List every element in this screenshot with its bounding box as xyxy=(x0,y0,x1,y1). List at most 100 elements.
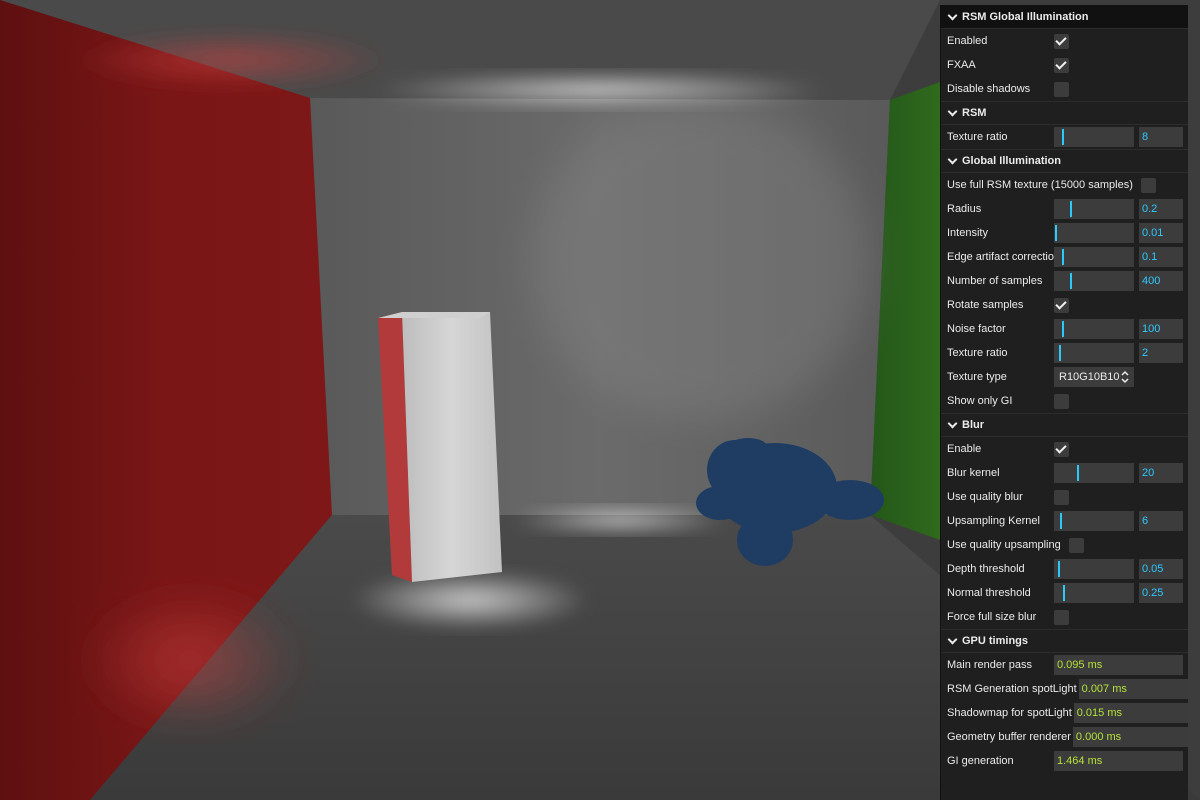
rsm-texture-ratio-slider[interactable] xyxy=(1054,127,1134,147)
geometry-buffer-label: Geometry buffer renderer xyxy=(947,731,1071,743)
slider-knob[interactable] xyxy=(1062,249,1064,265)
use-quality-upsampling-checkbox[interactable] xyxy=(1068,537,1084,553)
normal-threshold-label: Normal threshold xyxy=(947,587,1031,599)
intensity-field[interactable]: 0.01 xyxy=(1139,223,1183,243)
upsampling-kernel-row: Upsampling Kernel 6 xyxy=(941,509,1188,533)
upsampling-kernel-slider[interactable] xyxy=(1054,511,1134,531)
main-render-pass-value: 0.095 ms xyxy=(1054,655,1183,675)
slider-knob[interactable] xyxy=(1055,225,1057,241)
edge-artifact-field[interactable]: 0.1 xyxy=(1139,247,1183,267)
folder-blur[interactable]: Blur xyxy=(941,413,1188,437)
noise-factor-label: Noise factor xyxy=(947,323,1006,335)
rsm-texture-ratio-label: Texture ratio xyxy=(947,131,1008,143)
noise-factor-field[interactable]: 100 xyxy=(1139,319,1183,339)
fxaa-label: FXAA xyxy=(947,59,976,71)
radius-slider[interactable] xyxy=(1054,199,1134,219)
texture-type-select[interactable]: R10G10B10 xyxy=(1054,367,1134,387)
radius-field[interactable]: 0.2 xyxy=(1139,199,1183,219)
depth-threshold-field[interactable]: 0.05 xyxy=(1139,559,1183,579)
blur-kernel-row: Blur kernel 20 xyxy=(941,461,1188,485)
folder-title: Blur xyxy=(962,419,984,431)
folder-title: RSM Global Illumination xyxy=(962,10,1089,23)
enabled-checkbox[interactable] xyxy=(1054,33,1069,49)
use-quality-blur-checkbox[interactable] xyxy=(1054,489,1069,505)
depth-threshold-row: Depth threshold 0.05 xyxy=(941,557,1188,581)
use-quality-blur-row: Use quality blur xyxy=(941,485,1188,509)
enabled-row: Enabled xyxy=(941,29,1188,53)
upsampling-kernel-label: Upsampling Kernel xyxy=(947,515,1040,527)
rsm-generation-label: RSM Generation spotLight xyxy=(947,683,1077,695)
rotate-samples-label: Rotate samples xyxy=(947,299,1024,311)
folder-title: RSM xyxy=(962,107,987,119)
normal-threshold-field[interactable]: 0.25 xyxy=(1139,583,1183,603)
texture-type-label: Texture type xyxy=(947,371,1007,383)
gi-texture-ratio-row: Texture ratio 2 xyxy=(941,341,1188,365)
gi-generation-row: GI generation 1.464 ms xyxy=(941,749,1188,773)
fxaa-checkbox[interactable] xyxy=(1054,57,1069,73)
show-only-gi-checkbox[interactable] xyxy=(1054,393,1069,409)
slider-knob[interactable] xyxy=(1062,129,1064,145)
slider-knob[interactable] xyxy=(1060,513,1062,529)
blur-enable-label: Enable xyxy=(947,443,982,455)
use-full-rsm-row: Use full RSM texture (15000 samples) xyxy=(941,173,1188,197)
force-full-size-blur-row: Force full size blur xyxy=(941,605,1188,629)
shadowmap-row: Shadowmap for spotLight 0.015 ms xyxy=(941,701,1188,725)
blur-enable-checkbox[interactable] xyxy=(1054,441,1069,457)
slider-knob[interactable] xyxy=(1062,321,1064,337)
folder-gpu-timings[interactable]: GPU timings xyxy=(941,629,1188,653)
blur-kernel-slider[interactable] xyxy=(1054,463,1134,483)
disable-shadows-label: Disable shadows xyxy=(947,83,1031,95)
main-render-pass-label: Main render pass xyxy=(947,659,1032,671)
intensity-row: Intensity 0.01 xyxy=(941,221,1188,245)
use-full-rsm-checkbox[interactable] xyxy=(1140,177,1156,193)
edge-artifact-slider[interactable] xyxy=(1054,247,1134,267)
chevron-down-icon xyxy=(947,106,958,117)
geometry-buffer-row: Geometry buffer renderer 0.000 ms xyxy=(941,725,1188,749)
gi-texture-ratio-slider[interactable] xyxy=(1054,343,1134,363)
num-samples-slider[interactable] xyxy=(1054,271,1134,291)
use-quality-blur-label: Use quality blur xyxy=(947,491,1023,503)
blur-kernel-field[interactable]: 20 xyxy=(1139,463,1183,483)
noise-factor-slider[interactable] xyxy=(1054,319,1134,339)
radius-label: Radius xyxy=(947,203,982,215)
slider-knob[interactable] xyxy=(1070,201,1072,217)
depth-threshold-slider[interactable] xyxy=(1054,559,1134,579)
rotate-samples-row: Rotate samples xyxy=(941,293,1188,317)
chevron-down-icon xyxy=(947,634,958,645)
folder-title: Global Illumination xyxy=(962,155,1061,167)
chevron-down-icon xyxy=(947,10,958,20)
folder-global-illumination[interactable]: Global Illumination xyxy=(941,149,1188,173)
texture-type-row: Texture type R10G10B10 xyxy=(941,365,1188,389)
folder-title: GPU timings xyxy=(962,635,1029,647)
fxaa-row: FXAA xyxy=(941,53,1188,77)
rsm-texture-ratio-row: Texture ratio 8 xyxy=(941,125,1188,149)
disable-shadows-checkbox[interactable] xyxy=(1054,81,1069,97)
enabled-label: Enabled xyxy=(947,35,988,47)
slider-knob[interactable] xyxy=(1077,465,1079,481)
gi-texture-ratio-field[interactable]: 2 xyxy=(1139,343,1183,363)
force-full-size-blur-checkbox[interactable] xyxy=(1054,609,1069,625)
intensity-slider[interactable] xyxy=(1054,223,1134,243)
folder-rsm[interactable]: RSM xyxy=(941,101,1188,125)
rotate-samples-checkbox[interactable] xyxy=(1054,297,1069,313)
disable-shadows-row: Disable shadows xyxy=(941,77,1188,101)
rsm-generation-value: 0.007 ms xyxy=(1078,679,1188,699)
num-samples-label: Number of samples xyxy=(947,275,1043,287)
slider-knob[interactable] xyxy=(1059,345,1061,361)
upsampling-kernel-field[interactable]: 6 xyxy=(1139,511,1183,531)
texture-type-value: R10G10B10 xyxy=(1059,371,1120,383)
num-samples-field[interactable]: 400 xyxy=(1139,271,1183,291)
rsm-texture-ratio-field[interactable]: 8 xyxy=(1139,127,1183,147)
folder-rsm-gi[interactable]: RSM Global Illumination xyxy=(941,5,1188,29)
use-full-rsm-label: Use full RSM texture (15000 samples) xyxy=(947,179,1133,191)
updown-arrows-icon xyxy=(1121,370,1129,384)
chevron-down-icon xyxy=(947,154,958,165)
normal-threshold-slider[interactable] xyxy=(1054,583,1134,603)
slider-knob[interactable] xyxy=(1070,273,1072,289)
normal-threshold-row: Normal threshold 0.25 xyxy=(941,581,1188,605)
force-full-size-blur-label: Force full size blur xyxy=(947,611,1037,623)
slider-knob[interactable] xyxy=(1058,561,1060,577)
gi-generation-label: GI generation xyxy=(947,755,1014,767)
slider-knob[interactable] xyxy=(1063,585,1065,601)
settings-panel: RSM Global Illumination Enabled FXAA Dis… xyxy=(940,5,1188,800)
